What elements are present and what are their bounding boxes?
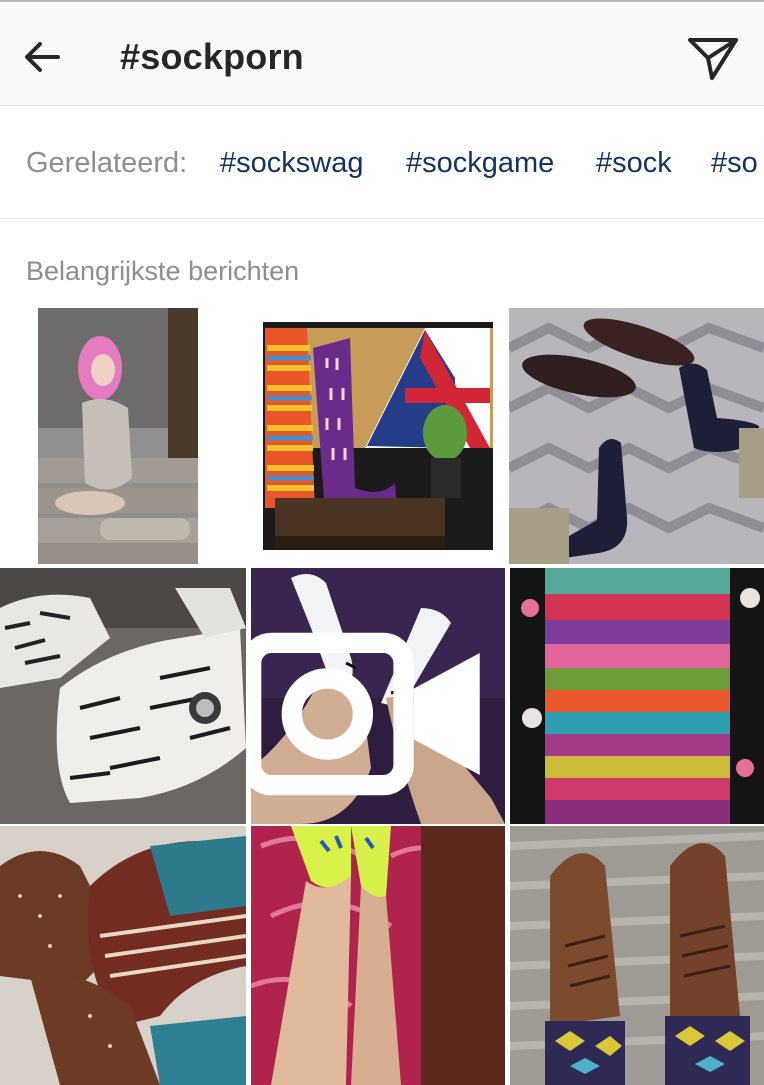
section-title: Belangrijkste berichten: [26, 256, 300, 286]
related-tag[interactable]: #sockswag: [220, 147, 363, 180]
post-thumbnail[interactable]: [0, 826, 246, 1085]
related-tags-bar: Gerelateerd: #sockswag #sockgame #sock #…: [0, 107, 764, 219]
post-thumbnail[interactable]: [251, 826, 505, 1085]
share-button[interactable]: [682, 28, 742, 84]
back-button[interactable]: [18, 32, 68, 82]
post-thumbnail[interactable]: [510, 826, 764, 1085]
video-camera-icon: [251, 632, 480, 796]
post-thumbnail[interactable]: [255, 308, 501, 564]
post-grid: [0, 308, 764, 1085]
page-title: #sockporn: [120, 36, 304, 77]
related-tag[interactable]: #so: [711, 147, 758, 180]
related-tag[interactable]: #sock: [596, 147, 672, 180]
top-bar: #sockporn: [0, 0, 764, 106]
post-thumbnail[interactable]: [510, 568, 764, 824]
arrow-left-icon: [25, 42, 60, 72]
related-label: Gerelateerd:: [26, 147, 188, 179]
post-thumbnail[interactable]: [0, 308, 246, 564]
post-thumbnail[interactable]: [251, 568, 505, 824]
post-thumbnail[interactable]: [0, 568, 246, 824]
related-tag[interactable]: #sockgame: [406, 147, 554, 180]
post-thumbnail[interactable]: [509, 308, 764, 564]
paper-plane-icon: [688, 38, 738, 80]
